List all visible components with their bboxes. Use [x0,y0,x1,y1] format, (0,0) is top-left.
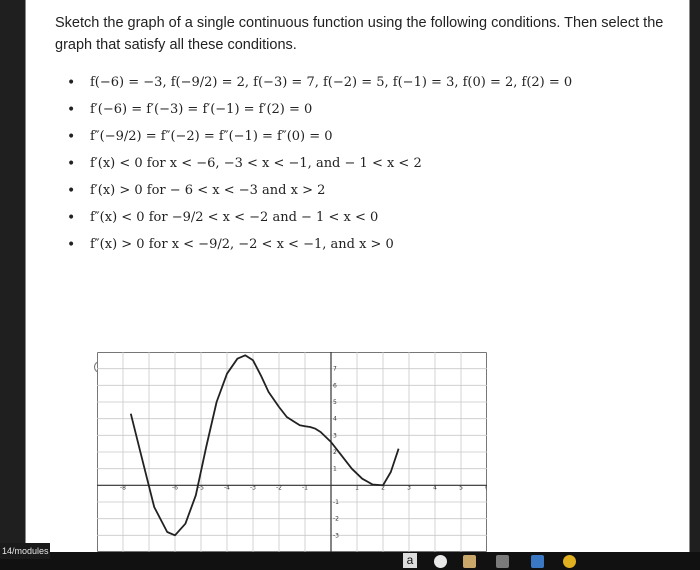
condition-item: • f′(x) > 0 for − 6 < x < −3 and x > 2 [67,182,667,200]
y-tick-label: 7 [333,366,337,373]
x-tick-label: 3 [407,484,411,491]
x-tick-label: -4 [224,484,230,491]
bullet: • [67,237,76,253]
condition-text: f(−6) = −3, f(−9/2) = 2, f(−3) = 7, f(−2… [90,75,573,90]
chrome-icon[interactable] [563,555,576,568]
y-tick-label: 1 [333,466,337,473]
x-tick-label: -8 [120,484,126,491]
condition-item: • f″(x) > 0 for x < −9/2, −2 < x < −1, an… [67,236,667,254]
condition-item: • f(−6) = −3, f(−9/2) = 2, f(−3) = 7, f(−… [67,74,667,92]
condition-item: • f″(−9/2) = f″(−2) = f″(−1) = f″(0) = 0 [67,128,667,146]
x-tick-label: -6 [172,484,178,491]
modules-label: 14/modules [0,543,50,559]
store-icon[interactable] [496,555,509,568]
bullet: • [67,183,76,199]
condition-text: f′(−6) = f′(−3) = f′(−1) = f′(2) = 0 [90,102,313,117]
y-tick-label: 3 [333,432,337,439]
y-tick-label: 4 [333,416,337,423]
file-explorer-icon[interactable] [463,555,476,568]
x-tick-label: -3 [250,484,256,491]
condition-text: f′(x) > 0 for − 6 < x < −3 and x > 2 [90,183,326,198]
bullet: • [67,75,76,91]
y-tick-label: -3 [333,532,339,539]
y-tick-label: 5 [333,399,337,406]
bullet: • [67,129,76,145]
condition-item: • f″(x) < 0 for −9/2 < x < −2 and − 1 < x… [67,209,667,227]
x-tick-label: 1 [355,484,359,491]
x-tick-label: 6 [485,484,487,491]
y-tick-label: 6 [333,382,337,389]
conditions-list: • f(−6) = −3, f(−9/2) = 2, f(−3) = 7, f(−… [67,74,667,263]
answer-graph: -8-6-5-4-3-2-1123456-3-2-11234567 [97,352,487,552]
bullet: • [67,102,76,118]
x-tick-label: -2 [276,484,282,491]
x-tick-label: 5 [459,484,463,491]
bullet: • [67,210,76,226]
y-tick-label: -1 [333,499,339,506]
condition-item: • f′(x) < 0 for x < −6, −3 < x < −1, and … [67,155,667,173]
y-tick-label: -2 [333,516,339,523]
browser-icon[interactable] [434,555,447,568]
x-tick-label: -1 [302,484,308,491]
question-text: Sketch the graph of a single continuous … [55,15,664,53]
condition-text: f″(x) > 0 for x < −9/2, −2 < x < −1, and… [90,237,394,252]
mail-icon[interactable] [531,555,544,568]
condition-text: f″(−9/2) = f″(−2) = f″(−1) = f″(0) = 0 [90,129,333,144]
question-page: Sketch the graph of a single continuous … [25,0,690,552]
app-letter-icon[interactable]: a [403,553,417,568]
bullet: • [67,156,76,172]
condition-text: f′(x) < 0 for x < −6, −3 < x < −1, and −… [90,156,422,171]
x-tick-label: -5 [198,484,204,491]
condition-text: f″(x) < 0 for −9/2 < x < −2 and − 1 < x … [90,210,379,225]
condition-item: • f′(−6) = f′(−3) = f′(−1) = f′(2) = 0 [67,101,667,119]
taskbar [0,552,700,570]
x-tick-label: 4 [433,484,437,491]
